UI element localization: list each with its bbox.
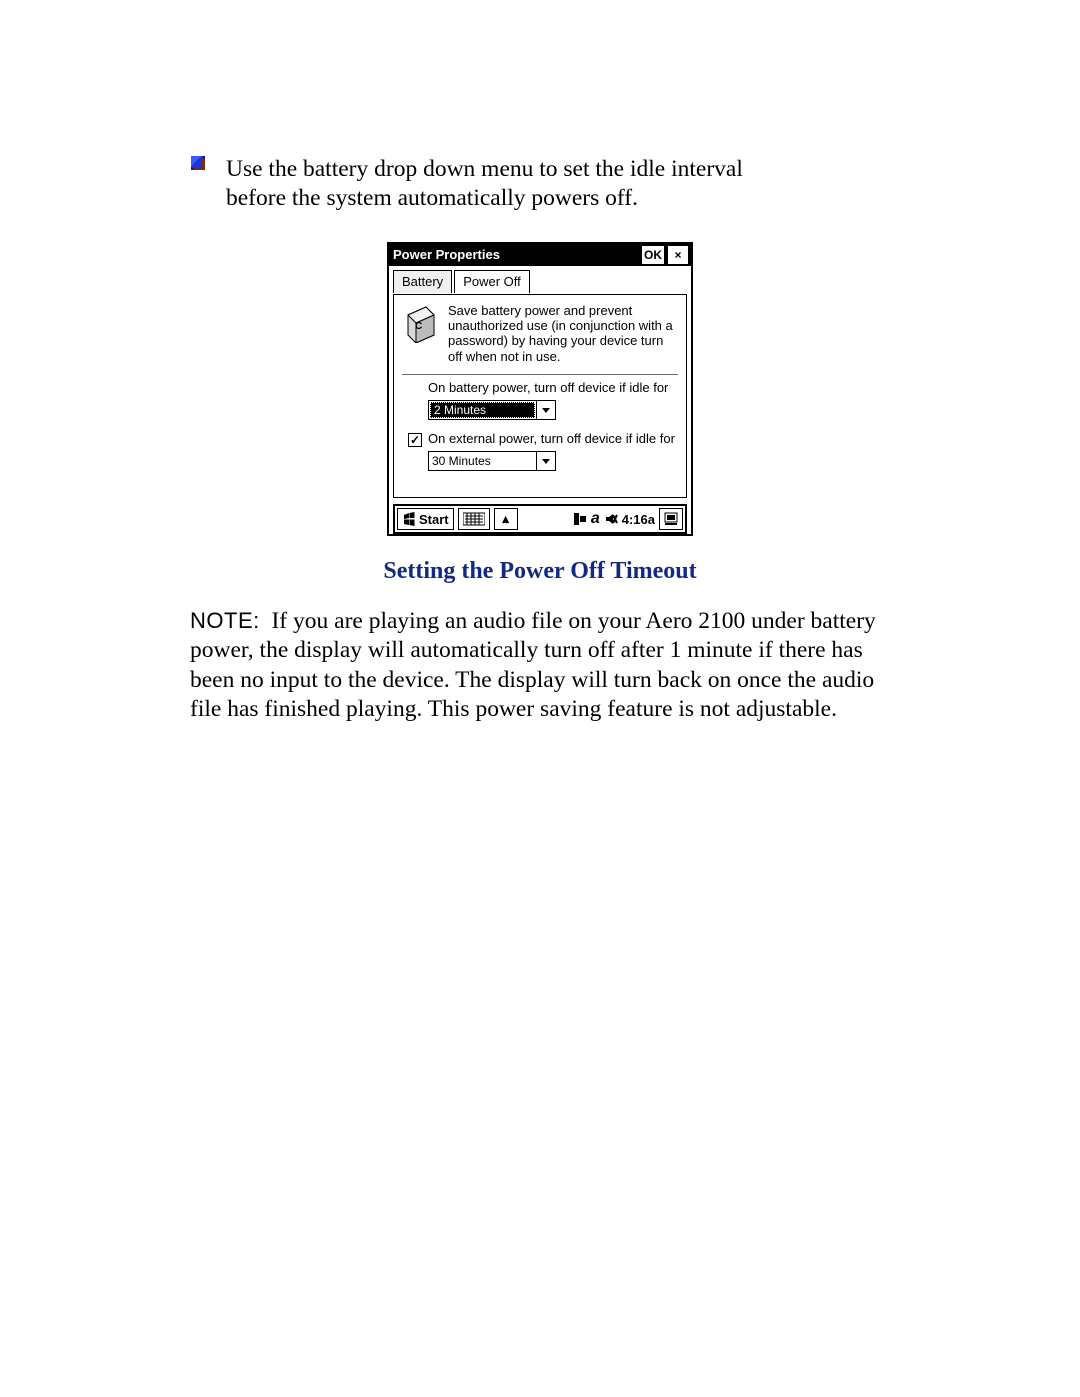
note-label: NOTE: (190, 608, 260, 633)
external-power-checkbox[interactable]: ✓ (408, 433, 422, 447)
close-icon: × (674, 248, 681, 262)
battery-idle-label: On battery power, turn off device if idl… (428, 381, 670, 396)
note-paragraph: NOTE: If you are playing an audio file o… (190, 607, 890, 725)
description-row: C Save battery power and prevent unautho… (402, 303, 678, 364)
close-button[interactable]: × (667, 245, 689, 265)
taskbar: Start (393, 504, 687, 534)
ok-button-label: OK (644, 248, 662, 262)
tab-row: Battery Power Off (393, 270, 687, 293)
bold-tray-icon[interactable]: a (591, 510, 600, 528)
bullet-icon (190, 155, 206, 171)
chevron-up-icon: ▴ (502, 511, 509, 527)
battery-idle-value: 2 Minutes (430, 402, 535, 418)
windows-icon (402, 512, 416, 526)
keyboard-button[interactable] (458, 508, 490, 530)
tab-panel-power-off: C Save battery power and prevent unautho… (393, 294, 687, 498)
mute-icon[interactable] (604, 512, 618, 526)
external-idle-setting: 30 Minutes (402, 451, 678, 475)
chevron-down-icon (536, 452, 555, 470)
dialog-titlebar: Power Properties OK × (387, 242, 693, 266)
power-properties-screenshot: Power Properties OK × Battery Power Off (387, 242, 693, 536)
battery-idle-dropdown[interactable]: 2 Minutes (428, 400, 556, 420)
keyboard-icon (463, 512, 485, 526)
external-power-label: On external power, turn off device if id… (428, 432, 675, 447)
battery-icon: C (402, 303, 438, 343)
taskbar-up-button[interactable]: ▴ (494, 508, 518, 530)
bullet-item: Use the battery drop down menu to set th… (190, 155, 890, 214)
tab-power-off[interactable]: Power Off (454, 270, 530, 293)
check-icon: ✓ (410, 434, 420, 446)
description-text: Save battery power and prevent unauthori… (448, 303, 678, 364)
divider (402, 374, 678, 375)
tab-battery-label: Battery (402, 274, 443, 289)
bullet-text: Use the battery drop down menu to set th… (226, 155, 786, 214)
taskbar-clock[interactable]: 4:16a (622, 512, 655, 527)
dialog-body: Battery Power Off C Sa (387, 266, 693, 536)
battery-idle-setting: On battery power, turn off device if idl… (402, 381, 678, 424)
external-idle-dropdown[interactable]: 30 Minutes (428, 451, 556, 471)
external-power-checkbox-row: ✓ On external power, turn off device if … (402, 432, 678, 447)
figure-caption: Setting the Power Off Timeout (190, 558, 890, 585)
system-tray: a 4:16a (520, 506, 659, 532)
svg-text:C: C (415, 321, 422, 332)
external-idle-value: 30 Minutes (429, 452, 536, 470)
tray-icon[interactable] (573, 512, 587, 526)
tab-power-off-label: Power Off (463, 274, 521, 289)
start-button[interactable]: Start (397, 508, 454, 530)
desktop-button[interactable] (659, 508, 683, 530)
start-button-label: Start (419, 512, 449, 527)
desktop-icon (663, 511, 679, 527)
note-text: If you are playing an audio file on your… (190, 608, 876, 722)
tab-battery[interactable]: Battery (393, 270, 452, 293)
chevron-down-icon (536, 401, 555, 419)
dialog-title: Power Properties (393, 247, 641, 262)
ok-button[interactable]: OK (641, 245, 665, 265)
